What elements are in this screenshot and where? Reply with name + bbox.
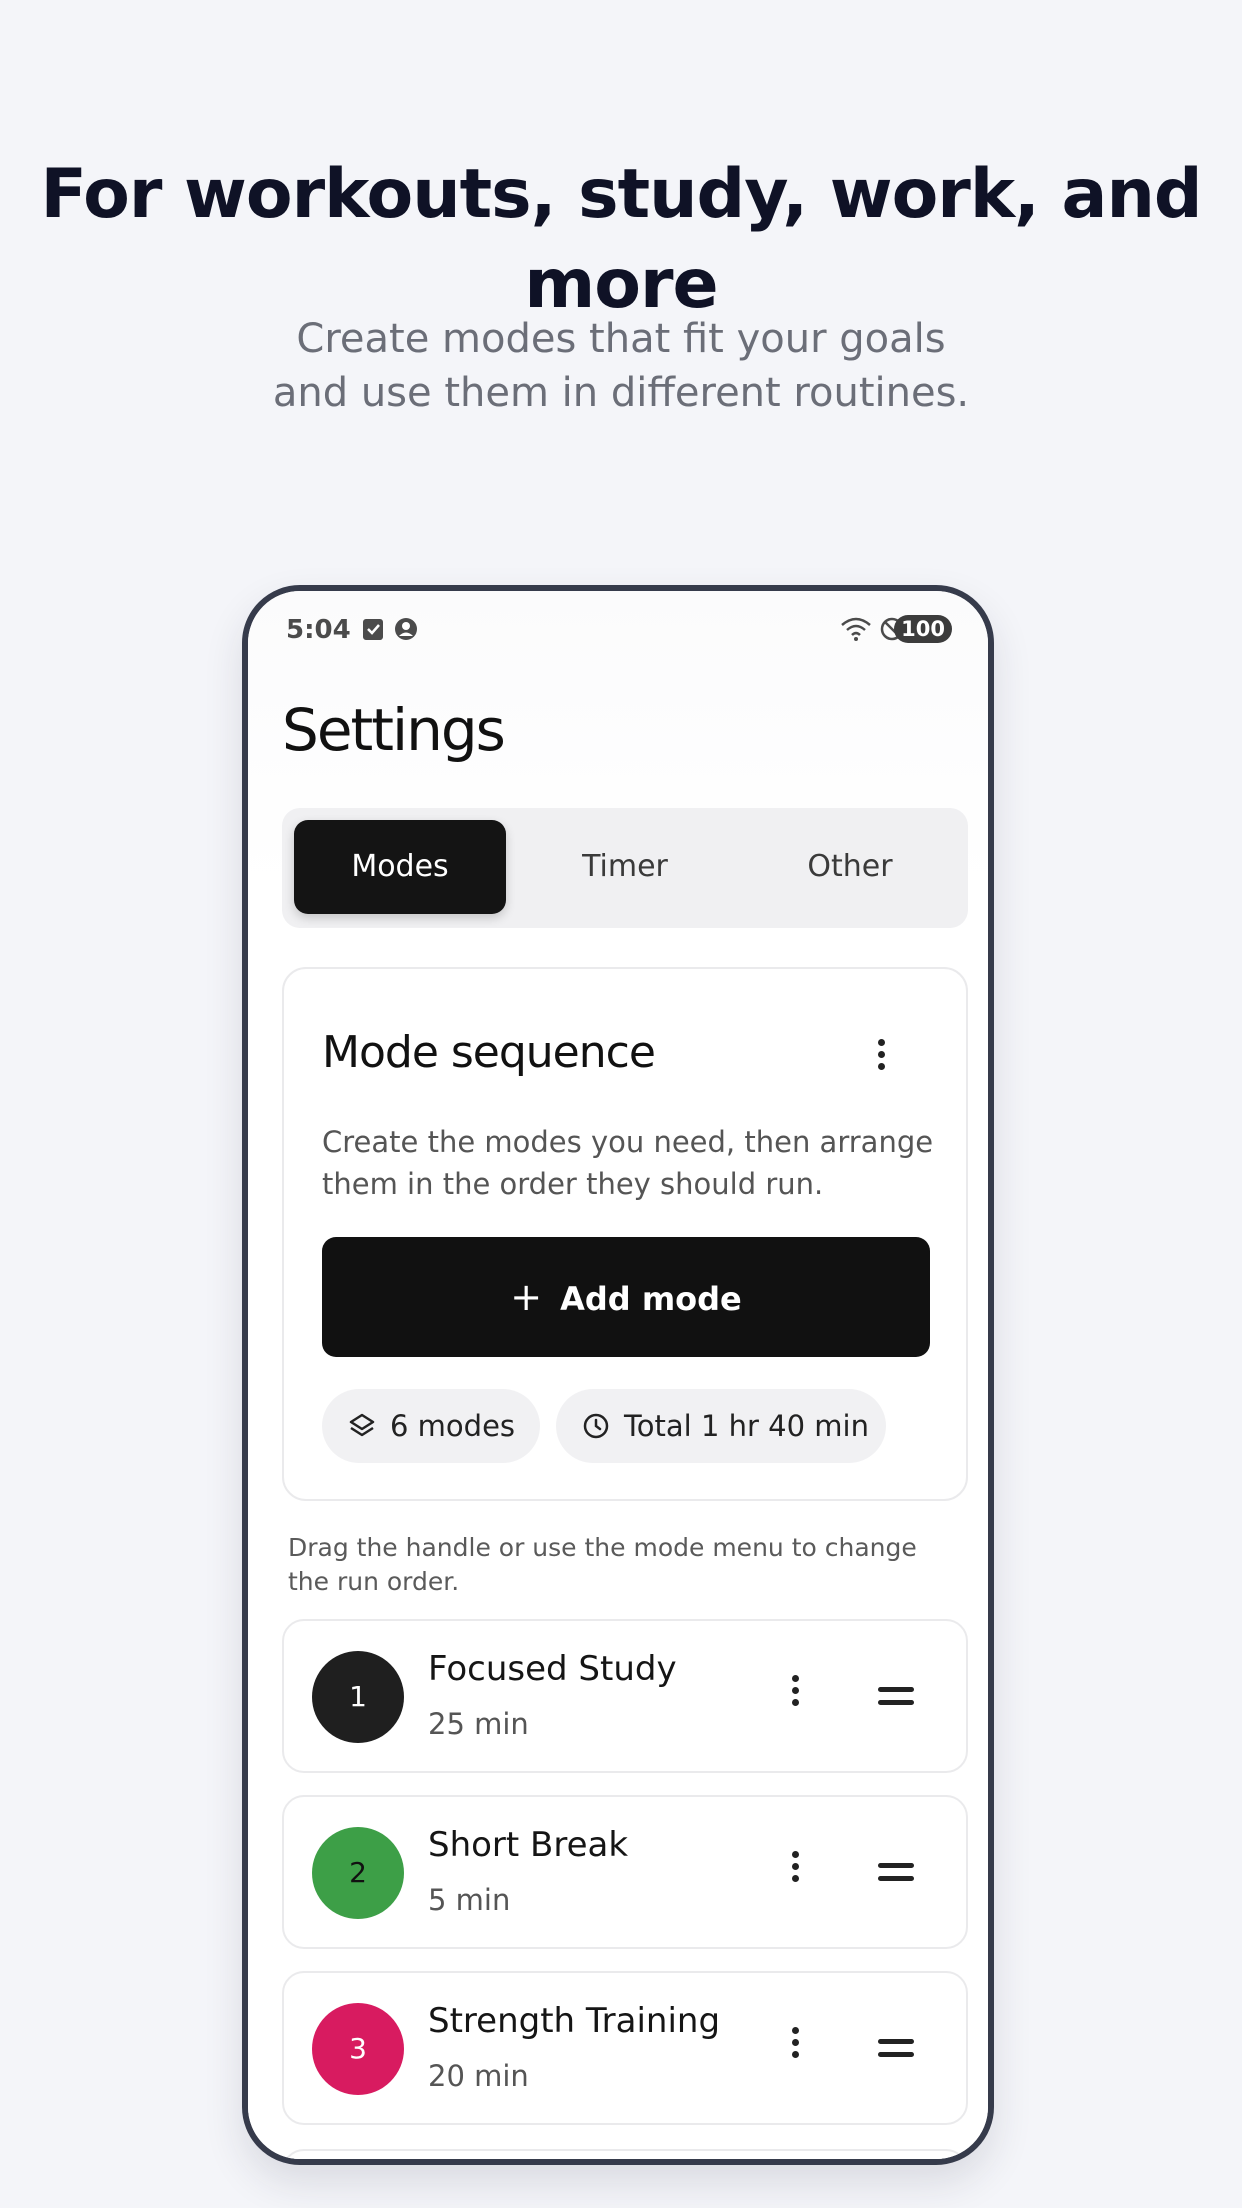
- layers-icon: [349, 1413, 375, 1437]
- settings-tabs: Modes Timer Other: [282, 808, 968, 928]
- mode-duration: 20 min: [428, 2059, 529, 2093]
- phone-frame: 5:04 100 Settings Modes Timer Other Mode…: [242, 585, 994, 2165]
- mode-more-icon[interactable]: [792, 2027, 800, 2063]
- tab-other[interactable]: Other: [744, 820, 956, 914]
- mode-name: Short Break: [428, 1825, 629, 1865]
- card-more-icon[interactable]: [878, 1039, 886, 1075]
- tab-timer[interactable]: Timer: [519, 820, 731, 914]
- card-title: Mode sequence: [322, 1027, 656, 1078]
- promo-headline: For workouts, study, work, and more: [40, 155, 1202, 324]
- mode-row[interactable]: 3 Strength Training 20 min: [282, 1971, 968, 2125]
- tab-modes[interactable]: Modes: [294, 820, 506, 914]
- page-title: Settings: [282, 696, 506, 764]
- account-icon: [394, 617, 418, 645]
- mode-index-badge: 3: [312, 2003, 404, 2095]
- mode-more-icon[interactable]: [792, 1851, 800, 1887]
- promo-subline-line-2: and use them in different routines.: [272, 370, 970, 416]
- wifi-icon: [840, 617, 872, 647]
- mode-row-partial[interactable]: [282, 2149, 968, 2159]
- phone-screen: 5:04 100 Settings Modes Timer Other Mode…: [248, 591, 988, 2159]
- mode-row[interactable]: 2 Short Break 5 min: [282, 1795, 968, 1949]
- status-time: 5:04: [286, 615, 351, 645]
- modes-count-label: 6 modes: [390, 1409, 516, 1443]
- mode-row[interactable]: 1 Focused Study 25 min: [282, 1619, 968, 1773]
- mode-index-badge: 1: [312, 1651, 404, 1743]
- mode-index-badge: 2: [312, 1827, 404, 1919]
- plus-icon: +: [510, 1275, 543, 1319]
- drag-handle-icon[interactable]: [878, 2039, 914, 2065]
- total-duration-label: Total 1 hr 40 min: [624, 1409, 869, 1443]
- battery-indicator: 100: [894, 615, 952, 643]
- mode-sequence-card: Mode sequence Create the modes you need,…: [282, 967, 968, 1501]
- clock-icon: [583, 1413, 609, 1439]
- total-duration-chip: Total 1 hr 40 min: [556, 1389, 886, 1463]
- status-bar: 5:04 100: [248, 591, 988, 661]
- mode-name: Strength Training: [428, 2001, 721, 2041]
- mode-more-icon[interactable]: [792, 1675, 800, 1711]
- card-description: Create the modes you need, then arrange …: [322, 1125, 934, 1201]
- drag-handle-icon[interactable]: [878, 1863, 914, 1889]
- add-mode-label: Add mode: [560, 1280, 742, 1318]
- promo-subline-line-1: Create modes that fit your goals: [296, 316, 946, 362]
- task-check-icon: [362, 617, 384, 645]
- drag-handle-icon[interactable]: [878, 1687, 914, 1713]
- add-mode-button[interactable]: + Add mode: [322, 1237, 930, 1357]
- reorder-hint: Drag the handle or use the mode menu to …: [288, 1533, 917, 1596]
- modes-count-chip: 6 modes: [322, 1389, 540, 1463]
- mode-duration: 25 min: [428, 1707, 529, 1741]
- promo-subline: Create modes that fit your goals and use…: [0, 312, 1242, 420]
- mode-name: Focused Study: [428, 1649, 677, 1689]
- mode-duration: 5 min: [428, 1883, 511, 1917]
